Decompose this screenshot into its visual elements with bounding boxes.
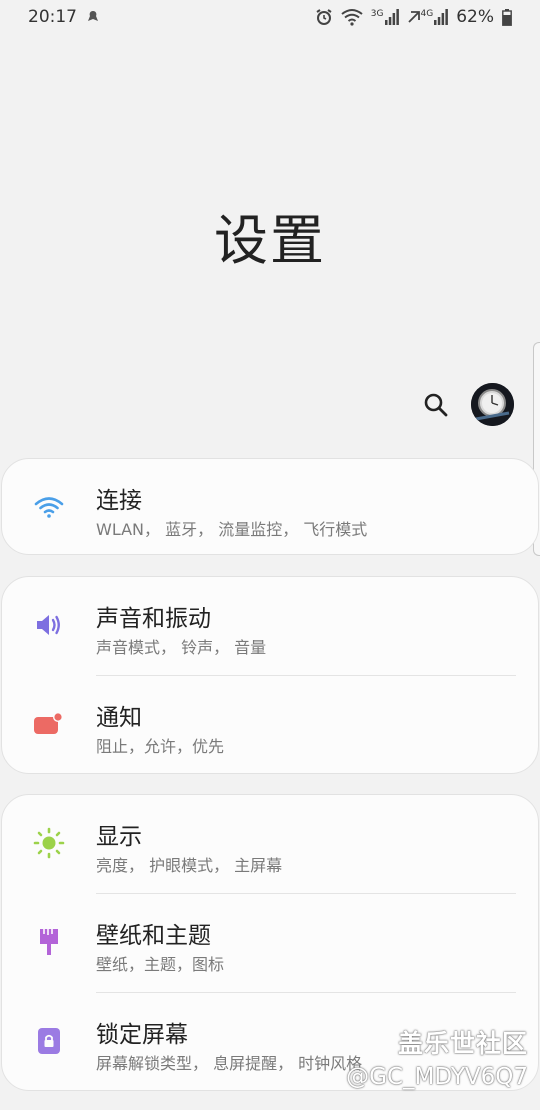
battery-percent: 62% (456, 7, 494, 27)
status-bar: 20:17 3G 4G 62% (0, 0, 540, 34)
settings-item-notifications[interactable]: 通知 阻止，允许，优先 (2, 676, 538, 774)
settings-item-subtitle: 阻止，允许，优先 (96, 737, 225, 756)
settings-item-title: 显示 (96, 824, 142, 850)
wifi-icon (32, 490, 66, 524)
settings-item-sound[interactable]: 声音和振动 声音模式， 铃声， 音量 (2, 577, 538, 675)
settings-item-wallpaper-themes[interactable]: 壁纸和主题 壁纸，主题，图标 (2, 894, 538, 992)
signal-4g-icon: 4G (407, 9, 449, 25)
settings-item-title: 锁定屏幕 (96, 1022, 188, 1048)
settings-item-title: 声音和振动 (96, 606, 211, 632)
avatar[interactable] (471, 383, 514, 426)
settings-item-subtitle: 壁纸，主题，图标 (96, 955, 225, 974)
battery-icon (502, 8, 512, 26)
settings-item-title: 连接 (96, 488, 142, 514)
settings-item-title: 壁纸和主题 (96, 923, 211, 949)
settings-card-connections: 连接 WLAN， 蓝牙， 流量监控， 飞行模式 (1, 458, 539, 555)
clock: 20:17 (28, 7, 77, 27)
wifi-status-icon (341, 8, 363, 26)
alarm-icon (315, 8, 333, 26)
settings-item-connections[interactable]: 连接 WLAN， 蓝牙， 流量监控， 飞行模式 (2, 459, 538, 557)
signal-3g-icon: 3G (371, 9, 399, 25)
search-button[interactable] (420, 389, 452, 421)
settings-item-display[interactable]: 显示 亮度， 护眼模式， 主屏幕 (2, 795, 538, 893)
settings-item-title: 通知 (96, 705, 142, 731)
settings-item-subtitle: WLAN， 蓝牙， 流量监控， 飞行模式 (96, 520, 368, 539)
page-title: 设置 (214, 209, 326, 272)
volume-icon (32, 608, 66, 642)
notification-icon (32, 707, 66, 741)
notification-app-icon (85, 9, 101, 25)
settings-item-subtitle: 声音模式， 铃声， 音量 (96, 638, 267, 657)
brightness-icon (32, 826, 66, 860)
settings-item-subtitle: 亮度， 护眼模式， 主屏幕 (96, 856, 283, 875)
watermark-logo: 盖乐世社区 (397, 1029, 528, 1058)
lock-icon (32, 1024, 66, 1058)
settings-item-subtitle: 屏幕解锁类型， 息屏提醒， 时钟风格 (96, 1054, 363, 1073)
watermark: 盖乐世社区 @GC_MDYV6Q7 (346, 1024, 528, 1090)
settings-card-sound-notifications: 声音和振动 声音模式， 铃声， 音量 通知 阻止，允许，优先 (1, 576, 539, 774)
paintbrush-icon (32, 925, 66, 959)
watermark-user: @GC_MDYV6Q7 (346, 1064, 528, 1090)
search-icon (424, 393, 448, 417)
